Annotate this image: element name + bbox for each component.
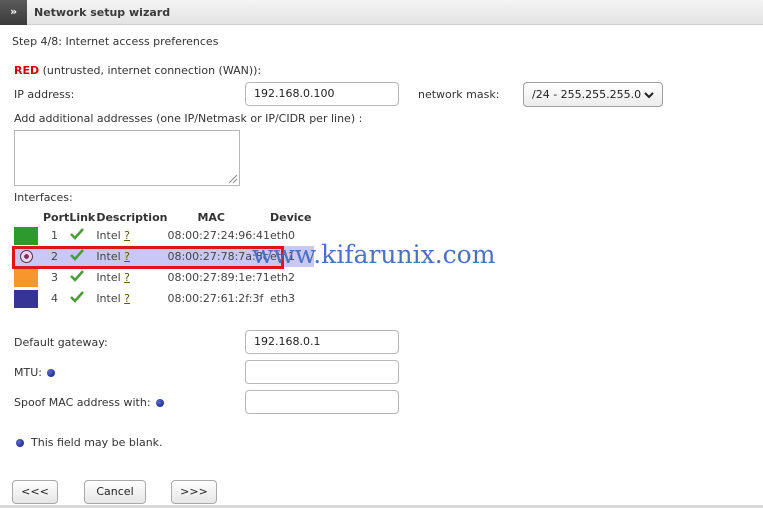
port-number: 3 xyxy=(51,271,58,284)
description-cell: Intel ? xyxy=(96,225,167,246)
nic-description: Intel xyxy=(96,271,121,284)
blank-field-note: This field may be blank. xyxy=(14,436,163,449)
interfaces-label: Interfaces: xyxy=(14,191,73,204)
optional-field-bullet-icon xyxy=(47,369,56,377)
back-button[interactable]: <<< xyxy=(12,480,58,504)
mtu-label: MTU: xyxy=(14,366,42,379)
collapse-toggle-button[interactable]: » xyxy=(0,0,27,25)
help-link[interactable]: ? xyxy=(124,271,130,284)
default-gateway-input[interactable]: 192.168.0.1 xyxy=(245,330,399,354)
window-title: Network setup wizard xyxy=(34,6,171,19)
mtu-label-wrap: MTU: xyxy=(14,366,56,379)
next-button[interactable]: >>> xyxy=(171,480,217,504)
default-gateway-label: Default gateway: xyxy=(14,336,108,349)
red-section-heading: RED (untrusted, internet connection (WAN… xyxy=(14,64,261,77)
mtu-input[interactable] xyxy=(245,360,399,384)
port-column-header: Port xyxy=(43,210,70,224)
interface-row-4[interactable]: 4 Intel ? 08:00:27:61:2f:3f eth3 xyxy=(14,288,314,309)
network-mask-select[interactable]: /24 - 255.255.255.0 xyxy=(523,82,663,107)
nic-description: Intel xyxy=(96,229,121,242)
link-check-icon xyxy=(69,225,96,246)
resize-grip-icon[interactable] xyxy=(226,172,238,184)
network-mask-label: network mask: xyxy=(418,88,500,101)
description-column-header: Description xyxy=(96,210,168,224)
selected-row-highlight-box xyxy=(12,246,284,269)
watermark-text: www.kifarunix.com xyxy=(252,240,496,269)
device-name: eth2 xyxy=(269,271,296,284)
link-column-header: Link xyxy=(69,210,96,224)
network-mask-value: /24 - 255.255.255.0 xyxy=(532,88,642,101)
step-indicator: Step 4/8: Internet access preferences xyxy=(12,35,219,48)
color-column-header xyxy=(14,209,43,225)
link-check-icon xyxy=(69,267,96,288)
link-check-icon xyxy=(69,288,96,309)
spoof-mac-label-wrap: Spoof MAC address with: xyxy=(14,396,165,409)
port-number: 1 xyxy=(51,229,58,242)
interface-row-3[interactable]: 3 Intel ? 08:00:27:89:1e:71 eth2 xyxy=(14,267,314,288)
port-number: 4 xyxy=(51,292,58,305)
chevron-down-icon xyxy=(644,92,654,99)
red-zone-label: RED xyxy=(14,64,40,77)
device-name: eth3 xyxy=(269,292,296,305)
spoof-mac-input[interactable] xyxy=(245,390,399,414)
description-cell: Intel ? xyxy=(96,267,167,288)
blank-field-note-text: This field may be blank. xyxy=(31,436,163,449)
description-cell: Intel ? xyxy=(96,288,167,309)
help-link[interactable]: ? xyxy=(124,229,130,242)
zone-color-swatch[interactable] xyxy=(14,267,43,288)
optional-field-bullet-icon xyxy=(16,439,24,447)
help-link[interactable]: ? xyxy=(124,292,130,305)
additional-addresses-textarea[interactable] xyxy=(14,130,240,186)
red-zone-description: (untrusted, internet connection (WAN)): xyxy=(39,64,262,77)
mac-address: 08:00:27:61:2f:3f xyxy=(167,292,264,305)
cancel-button[interactable]: Cancel xyxy=(84,480,146,504)
additional-addresses-label: Add additional addresses (one IP/Netmask… xyxy=(14,112,363,125)
nic-description: Intel xyxy=(96,292,121,305)
ip-address-label: IP address: xyxy=(14,88,75,101)
optional-field-bullet-icon xyxy=(156,399,165,407)
zone-color-swatch[interactable] xyxy=(14,225,43,246)
zone-color-swatch[interactable] xyxy=(14,288,43,309)
mac-address: 08:00:27:89:1e:71 xyxy=(167,271,270,284)
mac-column-header: MAC xyxy=(197,210,226,224)
table-header-row: Port Link Description MAC Device xyxy=(14,209,314,225)
spoof-mac-label: Spoof MAC address with: xyxy=(14,396,151,409)
device-column-header: Device xyxy=(269,210,312,224)
wizard-titlebar: » Network setup wizard xyxy=(0,0,763,25)
ip-address-input[interactable]: 192.168.0.100 xyxy=(245,82,399,106)
